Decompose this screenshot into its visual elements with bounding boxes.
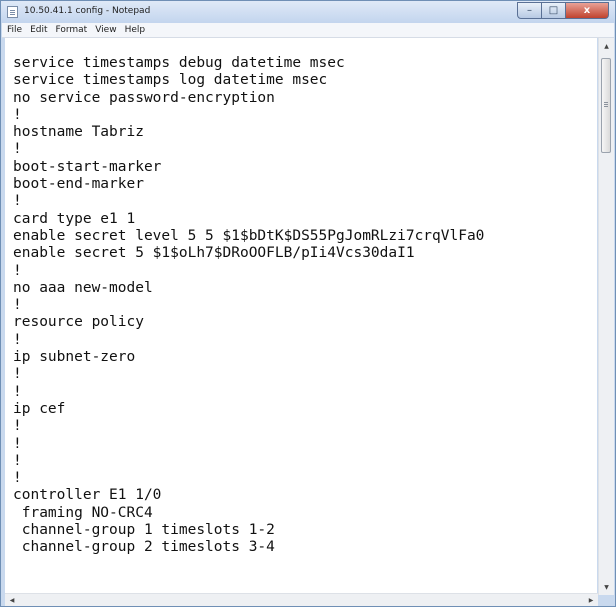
menu-edit[interactable]: Edit <box>26 25 51 35</box>
vertical-scrollbar[interactable]: ▲ ▼ <box>598 38 614 595</box>
menu-bar: File Edit Format View Help <box>2 23 614 38</box>
editor-line: controller E1 1/0 <box>13 487 162 504</box>
menu-view[interactable]: View <box>91 25 120 35</box>
editor-line: ! <box>13 262 22 279</box>
scroll-grip-icon <box>604 102 608 103</box>
editor-line: framing NO-CRC4 <box>13 504 153 521</box>
editor-line: ! <box>13 193 22 210</box>
editor-line: no service password-encryption <box>13 89 275 106</box>
text-editor-area[interactable]: service timestamps debug datetime msec s… <box>5 38 597 595</box>
notepad-window: 10.50.41.1 config - Notepad – □ x File E… <box>0 0 616 607</box>
editor-line: ! <box>13 435 22 452</box>
editor-line: ! <box>13 383 22 400</box>
notepad-app-icon[interactable] <box>7 6 18 18</box>
editor-line: ! <box>13 418 22 435</box>
editor-line: boot-end-marker <box>13 176 144 193</box>
scroll-up-arrow-icon[interactable]: ▲ <box>599 38 614 54</box>
scroll-down-arrow-icon[interactable]: ▼ <box>599 579 614 595</box>
editor-line: enable secret 5 $1$oLh7$DRoOOFLB/pIi4Vcs… <box>13 245 415 262</box>
minimize-button[interactable]: – <box>517 2 542 19</box>
editor-line: ip subnet-zero <box>13 349 136 366</box>
editor-line: boot-start-marker <box>13 158 162 175</box>
editor-line: resource policy <box>13 314 144 331</box>
scroll-right-arrow-icon[interactable]: ▶ <box>584 594 598 606</box>
editor-line: ! <box>13 452 22 469</box>
editor-line: ! <box>13 141 22 158</box>
window-title: 10.50.41.1 config - Notepad <box>24 6 151 16</box>
menu-format[interactable]: Format <box>52 25 92 35</box>
editor-text[interactable]: service timestamps debug datetime msec s… <box>13 55 484 557</box>
editor-line: ! <box>13 366 22 383</box>
window-controls: – □ x <box>517 2 609 20</box>
editor-line: channel-group 2 timeslots 3-4 <box>13 539 275 556</box>
editor-line: no aaa new-model <box>13 279 153 296</box>
horizontal-scrollbar[interactable]: ◀ ▶ <box>5 593 598 606</box>
scroll-left-arrow-icon[interactable]: ◀ <box>5 594 19 606</box>
vertical-scroll-thumb[interactable] <box>601 58 611 153</box>
editor-line: ! <box>13 331 22 348</box>
editor-line: hostname Tabriz <box>13 124 144 141</box>
maximize-button[interactable]: □ <box>542 2 566 19</box>
editor-line: card type e1 1 <box>13 210 136 227</box>
editor-line: enable secret level 5 5 $1$bDtK$DS55PgJo… <box>13 227 485 244</box>
editor-line: ip cef <box>13 400 66 417</box>
editor-line: ! <box>13 470 22 487</box>
editor-line: service timestamps debug datetime msec <box>13 55 345 71</box>
editor-line: ! <box>13 106 22 123</box>
menu-help[interactable]: Help <box>121 25 150 35</box>
title-bar[interactable]: 10.50.41.1 config - Notepad – □ x <box>1 1 615 23</box>
close-button[interactable]: x <box>566 2 609 19</box>
menu-file[interactable]: File <box>2 25 26 35</box>
editor-line: ! <box>13 297 22 314</box>
editor-line: channel-group 1 timeslots 1-2 <box>13 522 275 539</box>
editor-line: service timestamps log datetime msec <box>13 72 328 89</box>
